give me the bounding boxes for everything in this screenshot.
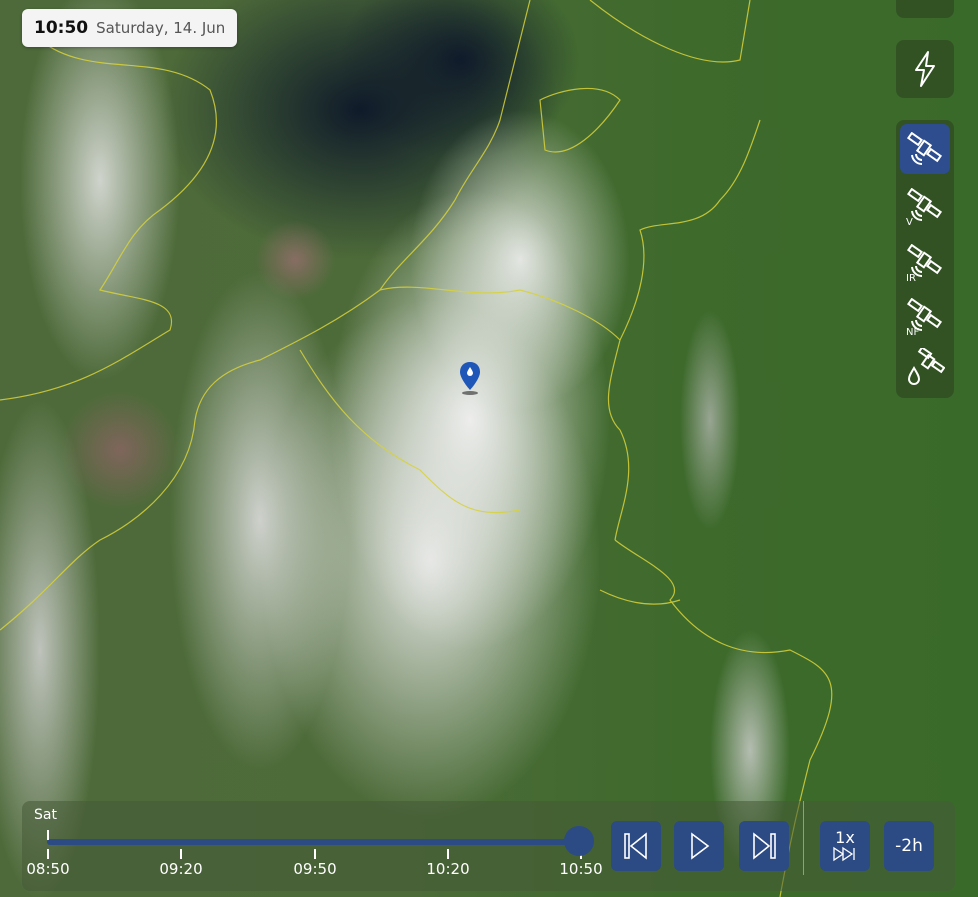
satellite-water-icon — [907, 348, 945, 385]
tick-label: 09:50 — [293, 860, 337, 878]
satellite-layer-nightfog[interactable]: NF — [900, 290, 950, 340]
satellite-icon — [906, 132, 943, 166]
datetime-badge: 10:50 Saturday, 14. Jun — [22, 9, 238, 47]
back-label: -2h — [895, 836, 923, 856]
timeline-handle[interactable] — [564, 826, 594, 856]
satellite-layer-infrared[interactable]: IR — [900, 236, 950, 286]
satellite-layer-visible[interactable]: V — [900, 180, 950, 230]
country-borders — [0, 0, 833, 897]
timeline-track[interactable] — [47, 839, 579, 845]
timeline-player: Sat 08:50 09:20 09:50 10:20 10:50 1x -2h — [22, 801, 955, 891]
back-2h-button[interactable]: -2h — [884, 821, 934, 871]
divider — [803, 801, 804, 875]
skip-back-icon — [624, 832, 647, 860]
satellite-layer-group: V IR NF — [896, 120, 954, 398]
skip-to-end-button[interactable] — [739, 821, 789, 871]
tick — [447, 849, 449, 859]
tick-label: 09:20 — [159, 860, 203, 878]
current-date: Saturday, 14. Jun — [96, 19, 226, 37]
layer-label: NF — [906, 327, 920, 338]
speed-label: 1x — [835, 828, 855, 847]
play-icon — [691, 832, 710, 860]
skip-to-start-button[interactable] — [611, 821, 661, 871]
satellite-layer-default[interactable] — [900, 124, 950, 174]
tick-label: 10:20 — [426, 860, 470, 878]
timeline-day: Sat — [34, 807, 57, 823]
skip-forward-icon — [753, 832, 776, 860]
current-time: 10:50 — [34, 18, 89, 38]
play-button[interactable] — [674, 821, 724, 871]
tick — [180, 849, 182, 859]
lightning-icon — [915, 51, 935, 87]
speed-button[interactable]: 1x — [820, 821, 870, 871]
layer-label: IR — [906, 273, 916, 284]
tick — [314, 849, 316, 859]
location-pin-icon[interactable] — [458, 360, 482, 400]
tick-label: 08:50 — [26, 860, 70, 878]
tick — [47, 849, 49, 859]
lightning-button[interactable] — [896, 40, 954, 98]
fast-forward-icon — [833, 846, 855, 862]
satellite-map[interactable] — [0, 0, 978, 897]
layer-label: V — [906, 217, 913, 228]
satellite-layer-water-vapor[interactable] — [900, 342, 950, 392]
layer-button-top[interactable] — [896, 0, 954, 18]
tick-label: 10:50 — [559, 860, 603, 878]
tick — [47, 830, 49, 840]
